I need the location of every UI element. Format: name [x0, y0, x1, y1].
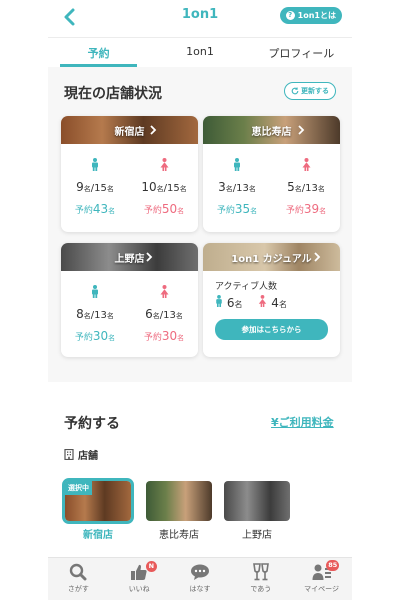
selected-badge: 選択中	[65, 481, 92, 495]
female-reserved: 予約30名	[143, 329, 185, 343]
store-name: 恵比寿店	[251, 126, 292, 138]
store-card-ueno[interactable]: 上野店 8名/13名 予約30名 6名/13名 予約30名	[61, 243, 198, 357]
female-count: 6名/13名	[145, 307, 183, 321]
chevron-right-icon	[150, 125, 157, 135]
store-name: 上野店	[114, 253, 145, 265]
nav-likes[interactable]: いいね N	[109, 558, 170, 600]
male-icon	[216, 295, 222, 307]
nav-meet[interactable]: であう	[230, 558, 291, 600]
app-header: 1on1 ? 1on1とは	[48, 0, 352, 34]
male-icon	[234, 158, 240, 171]
active-female: 4名	[258, 295, 287, 310]
female-icon	[302, 158, 310, 171]
male-reserved: 予約43名	[74, 202, 116, 216]
male-count: 9名/15名	[76, 180, 114, 194]
female-icon	[259, 295, 267, 307]
tab-bar: 予約 1on1 プロフィール	[48, 37, 352, 67]
tab-profile[interactable]: プロフィール	[251, 38, 352, 67]
likes-badge: N	[145, 561, 157, 572]
female-reserved: 予約39名	[285, 202, 327, 216]
male-icon	[92, 285, 98, 298]
female-icon	[160, 158, 168, 171]
female-reserved: 予約50名	[143, 202, 185, 216]
chevron-right-icon	[146, 252, 153, 262]
store-card-shinjuku[interactable]: 新宿店 9名/15名 予約43名 10名/15名 予約50名	[61, 116, 198, 232]
store-label: 店舗	[64, 447, 98, 462]
female-icon	[160, 285, 168, 298]
chevron-right-icon	[314, 252, 321, 262]
tab-1on1[interactable]: 1on1	[149, 38, 250, 67]
pricing-link[interactable]: ¥ご利用料金	[271, 414, 334, 430]
store-card-header: 新宿店	[61, 116, 198, 144]
store-status-title: 現在の店舗状況	[64, 86, 162, 102]
store-thumb-shinjuku[interactable]: 選択中	[62, 478, 134, 524]
about-1on1-button[interactable]: ? 1on1とは	[279, 7, 342, 24]
store-thumb-label-ueno[interactable]: 上野店	[224, 526, 290, 541]
casual-card-header: 1on1 カジュアル	[203, 243, 340, 271]
female-count: 10名/15名	[141, 180, 187, 194]
casual-name: 1on1 カジュアル	[231, 253, 312, 265]
store-card-ebisu[interactable]: 恵比寿店 3名/13名 予約35名 5名/13名 予約39名	[203, 116, 340, 232]
male-reserved: 予約30名	[74, 329, 116, 343]
male-reserved: 予約35名	[216, 202, 258, 216]
building-icon	[64, 449, 74, 460]
question-icon: ?	[285, 11, 295, 20]
store-card-header: 上野店	[61, 243, 198, 271]
store-thumb-ebisu[interactable]	[146, 481, 212, 521]
male-icon	[92, 158, 98, 171]
male-count: 3名/13名	[218, 180, 256, 194]
nav-mypage[interactable]: マイページ 85	[291, 558, 352, 600]
nav-chat[interactable]: はなす	[170, 558, 231, 600]
store-thumb-ueno[interactable]	[224, 481, 290, 521]
search-icon	[70, 563, 87, 581]
store-thumb-label-shinjuku[interactable]: 新宿店	[65, 526, 131, 541]
chevron-right-icon	[298, 125, 305, 135]
mypage-badge: 85	[326, 560, 340, 571]
join-casual-button[interactable]: 参加はこちらから	[215, 319, 328, 340]
refresh-icon	[291, 87, 299, 95]
reserve-title: 予約する	[64, 416, 120, 432]
casual-card[interactable]: 1on1 カジュアル アクティブ人数 6名 4名 参加はこちらから	[203, 243, 340, 357]
male-count: 8名/13名	[76, 307, 114, 321]
store-name: 新宿店	[114, 126, 145, 138]
female-count: 5名/13名	[287, 180, 325, 194]
glasses-icon	[252, 563, 269, 581]
store-status-section: 現在の店舗状況 更新する 新宿店 9名/15名 予約43名 10名/15名 予約…	[48, 67, 352, 382]
nav-search[interactable]: さがす	[48, 558, 109, 600]
refresh-label: 更新する	[301, 87, 329, 95]
chat-icon	[190, 564, 209, 580]
about-1on1-label: 1on1とは	[297, 11, 336, 20]
tab-reserve[interactable]: 予約	[48, 38, 149, 67]
active-count-label: アクティブ人数	[215, 282, 278, 292]
refresh-button[interactable]: 更新する	[284, 82, 336, 100]
bottom-nav: さがす いいね N はなす であう マイページ 85	[48, 557, 352, 600]
store-thumb-label-ebisu[interactable]: 恵比寿店	[146, 526, 212, 541]
store-card-header: 恵比寿店	[203, 116, 340, 144]
active-male: 6名	[215, 295, 242, 310]
